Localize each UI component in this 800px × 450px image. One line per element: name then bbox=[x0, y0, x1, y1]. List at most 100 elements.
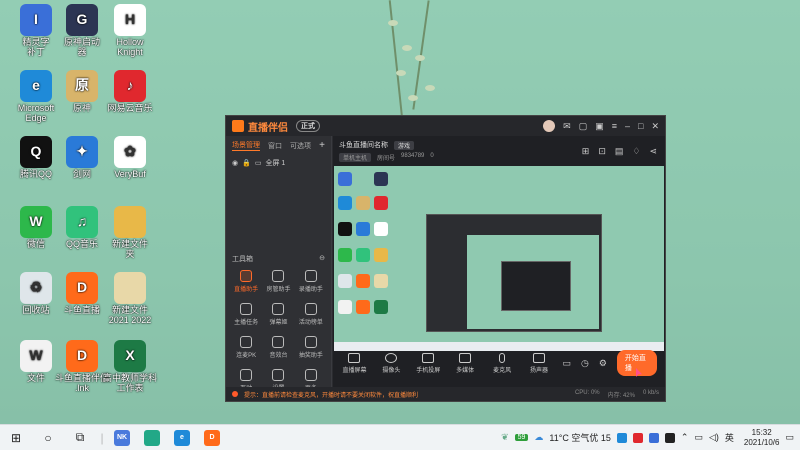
tray-app-icon[interactable] bbox=[616, 432, 627, 443]
tray-qq-icon[interactable] bbox=[664, 432, 675, 443]
desktop-icon[interactable]: X 高中教师学科 工作表 bbox=[100, 340, 160, 394]
close-icon[interactable]: ✕ bbox=[651, 121, 659, 132]
taskbar-app-icon[interactable]: NK bbox=[114, 429, 130, 446]
room-title[interactable]: 斗鱼直播间名称 bbox=[339, 140, 388, 150]
toolbox-item[interactable]: 活动榜单 bbox=[295, 303, 327, 326]
input-method[interactable]: 英 bbox=[725, 431, 734, 444]
room-category[interactable]: 单机主机 bbox=[339, 153, 372, 162]
record-icon[interactable]: ▤ bbox=[615, 146, 624, 157]
word-doc-icon: W bbox=[20, 340, 52, 372]
titlebar-controls: ✉ ▢ ▣ ≡ – □ ✕ bbox=[543, 120, 659, 132]
notification-icon[interactable]: ▭ bbox=[785, 432, 794, 443]
volume-icon[interactable]: ◁) bbox=[709, 432, 719, 443]
toolbox-item[interactable]: 直播助手 bbox=[230, 270, 262, 293]
desktop-icon[interactable]: ♪ 网易云音乐 bbox=[100, 70, 160, 114]
task-view-icon[interactable]: ⧉ bbox=[64, 425, 96, 450]
user-avatar[interactable] bbox=[543, 120, 556, 132]
edge-icon: e bbox=[20, 70, 52, 102]
lock-icon[interactable]: 🔒 bbox=[242, 159, 251, 167]
microphone-button[interactable]: 麦克风 bbox=[489, 352, 516, 374]
desktop-icon[interactable]: H Hollow Knight bbox=[100, 4, 160, 58]
taskbar-app-icon[interactable] bbox=[144, 429, 160, 446]
toolbox-item[interactable]: 弹幕姬 bbox=[262, 303, 294, 326]
desktop-icon-label: 新建文件 夹 bbox=[111, 239, 148, 259]
clock[interactable]: 15:32 2021/10/6 bbox=[744, 428, 780, 447]
toolbox-collapse-icon[interactable]: ⊖ bbox=[319, 254, 325, 264]
tool-icon bbox=[240, 369, 253, 381]
camera-button[interactable]: 摄像头 bbox=[378, 352, 405, 374]
document-icon bbox=[114, 272, 146, 304]
search-icon[interactable]: ○ bbox=[32, 425, 64, 450]
share-icon[interactable]: ⋖ bbox=[649, 146, 657, 157]
tool-label: 弹幕姬 bbox=[269, 320, 288, 326]
qq-icon: Q bbox=[20, 136, 52, 168]
grid-icon[interactable]: ⊞ bbox=[582, 146, 590, 157]
tool-icon bbox=[272, 369, 285, 381]
maximize-icon[interactable]: □ bbox=[638, 121, 643, 131]
toolbox-item[interactable]: 录播助手 bbox=[295, 270, 327, 293]
menu-icon[interactable]: ≡ bbox=[612, 121, 617, 131]
tab-window[interactable]: 窗口 bbox=[268, 141, 282, 151]
visibility-icon[interactable]: ◉ bbox=[232, 159, 238, 167]
gauge-icon[interactable]: ◷ bbox=[581, 358, 589, 369]
chevron-up-icon[interactable]: ⌃ bbox=[681, 432, 689, 443]
tool-label: 录播助手 bbox=[298, 287, 323, 293]
toolbox-item[interactable]: 抽奖助手 bbox=[295, 336, 327, 359]
speaker-button[interactable]: 扬声器 bbox=[526, 352, 553, 374]
taskbar-app-icon[interactable]: D bbox=[204, 429, 220, 446]
hollow-knight-icon: H bbox=[114, 4, 146, 36]
feedback-icon[interactable]: ▢ bbox=[579, 121, 588, 132]
desktop-icon-label: 网易云音乐 bbox=[107, 103, 153, 113]
skin-icon[interactable]: ▣ bbox=[595, 121, 604, 132]
lock-icon[interactable]: ⊡ bbox=[598, 146, 606, 157]
bell-icon[interactable]: ♢ bbox=[632, 146, 640, 157]
memory-status: 内存: 42% bbox=[607, 392, 635, 399]
multimedia-button[interactable]: 多媒体 bbox=[452, 352, 479, 374]
scene-tabs: 场景管理 窗口 可选项 + bbox=[226, 136, 331, 155]
desktop-icon-label: 新建文件 2021 2022 bbox=[108, 305, 152, 325]
toolbox-item[interactable]: 连麦PK bbox=[230, 336, 262, 359]
tool-label: 连麦PK bbox=[236, 353, 257, 359]
scene-item[interactable]: ◉ 🔒 ▭ 全屏 1 bbox=[226, 155, 331, 171]
stream-preview[interactable] bbox=[334, 166, 664, 351]
qq-music-icon: ♫ bbox=[66, 206, 98, 238]
toolbox-item[interactable]: 房管助手 bbox=[262, 270, 294, 293]
phone-cast-button[interactable]: 手机投屏 bbox=[415, 352, 442, 374]
tab-scene-manage[interactable]: 场景管理 bbox=[232, 140, 260, 151]
taskbar-app-icon[interactable]: e bbox=[174, 429, 190, 446]
tray-netease-icon[interactable] bbox=[632, 432, 643, 443]
battery-indicator[interactable]: 59 bbox=[514, 434, 529, 441]
video-icon[interactable]: ▭ bbox=[562, 358, 571, 369]
weather-text[interactable]: 11°C 空气优 15 bbox=[549, 431, 610, 444]
leaf-icon[interactable]: ❦ bbox=[501, 432, 509, 443]
network-icon[interactable]: ▭ bbox=[694, 432, 703, 443]
cpu-status: CPU: 0% bbox=[574, 389, 600, 396]
game-icon: ✦ bbox=[66, 136, 98, 168]
tool-icon bbox=[304, 369, 317, 381]
app-icon: I bbox=[20, 4, 52, 36]
desktop-icon[interactable]: 新建文件 2021 2022 bbox=[100, 272, 160, 326]
tray-app2-icon[interactable] bbox=[648, 432, 659, 443]
toolbox-item[interactable]: 音效台 bbox=[262, 336, 294, 359]
message-icon[interactable]: ✉ bbox=[563, 121, 571, 132]
desktop-icon[interactable]: 新建文件 夹 bbox=[100, 206, 160, 260]
app-title: 直播伴侣 bbox=[248, 122, 288, 134]
desktop-icon[interactable]: ✿ VeryBuf bbox=[100, 136, 160, 180]
clock-date: 2021/10/6 bbox=[743, 437, 780, 447]
weather-icon: ☁ bbox=[534, 432, 544, 442]
tab-options[interactable]: 可选项 bbox=[290, 141, 311, 151]
settings-icon[interactable]: ⚙ bbox=[599, 358, 607, 369]
room-id-value: 9834789 bbox=[401, 153, 425, 159]
room-id-label: 房间号 bbox=[377, 156, 396, 162]
toolbox-grid: 直播助手房管助手录播助手主播任务弹幕姬活动榜单连麦PK音效台抽奖助手互动设置更多 bbox=[230, 270, 327, 392]
screen-capture-button[interactable]: 直播屏幕 bbox=[341, 352, 368, 374]
room-tag[interactable]: 游戏 bbox=[394, 140, 415, 150]
tool-label: 房管助手 bbox=[266, 287, 291, 293]
wechat-icon: W bbox=[20, 206, 52, 238]
source-controls: 直播屏幕 摄像头 手机投屏 多媒体 麦克风 扬声器 ▭ ◷ ⚙ 开始直播 bbox=[333, 339, 665, 387]
network-status: 0 kb/s bbox=[642, 389, 659, 396]
minimize-icon[interactable]: – bbox=[625, 121, 630, 131]
toolbox-item[interactable]: 主播任务 bbox=[230, 303, 262, 326]
add-scene-icon[interactable]: + bbox=[319, 140, 325, 151]
start-button[interactable]: ⊞ bbox=[0, 425, 32, 450]
